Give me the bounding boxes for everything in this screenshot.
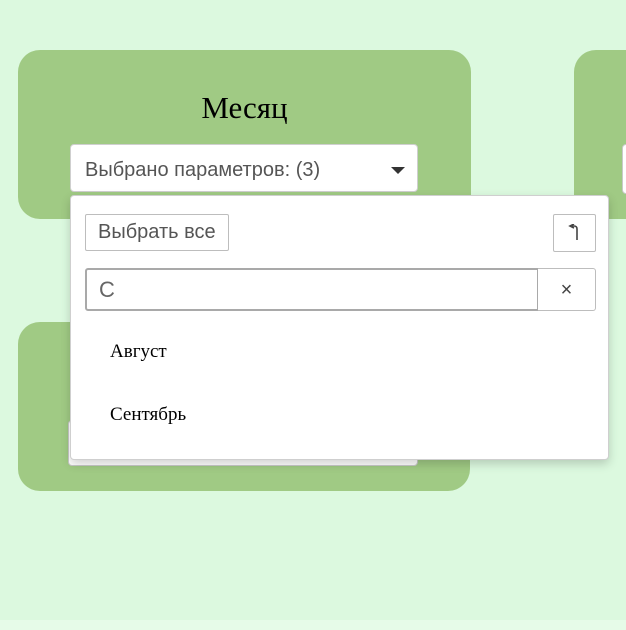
option-label: Август [110,341,167,362]
multiselect-selected-count: Выбрано параметров: (3) [85,159,321,181]
search-input[interactable] [85,268,538,311]
option-label: Сентябрь [110,404,187,425]
caret-down-icon [391,167,405,174]
multiselect-dropdown: Выбрать все × Август Сентябрь [70,195,609,460]
undo-icon [568,224,578,240]
month-filter-card [18,50,471,219]
search-group: × [85,268,597,311]
select-all-button[interactable]: Выбрать все [85,214,229,251]
month-multiselect-button[interactable]: Выбрано параметров: (3) [70,144,418,192]
clear-search-button[interactable]: × [538,268,596,311]
page-footer-strip [0,620,626,630]
option-item[interactable]: Сентябрь [72,384,607,446]
option-item[interactable]: Август [72,321,607,383]
right-filter-card [574,50,626,219]
undo-button[interactable] [553,214,596,252]
month-filter-title: Месяц [201,90,288,125]
right-filter-select[interactable] [622,144,626,194]
